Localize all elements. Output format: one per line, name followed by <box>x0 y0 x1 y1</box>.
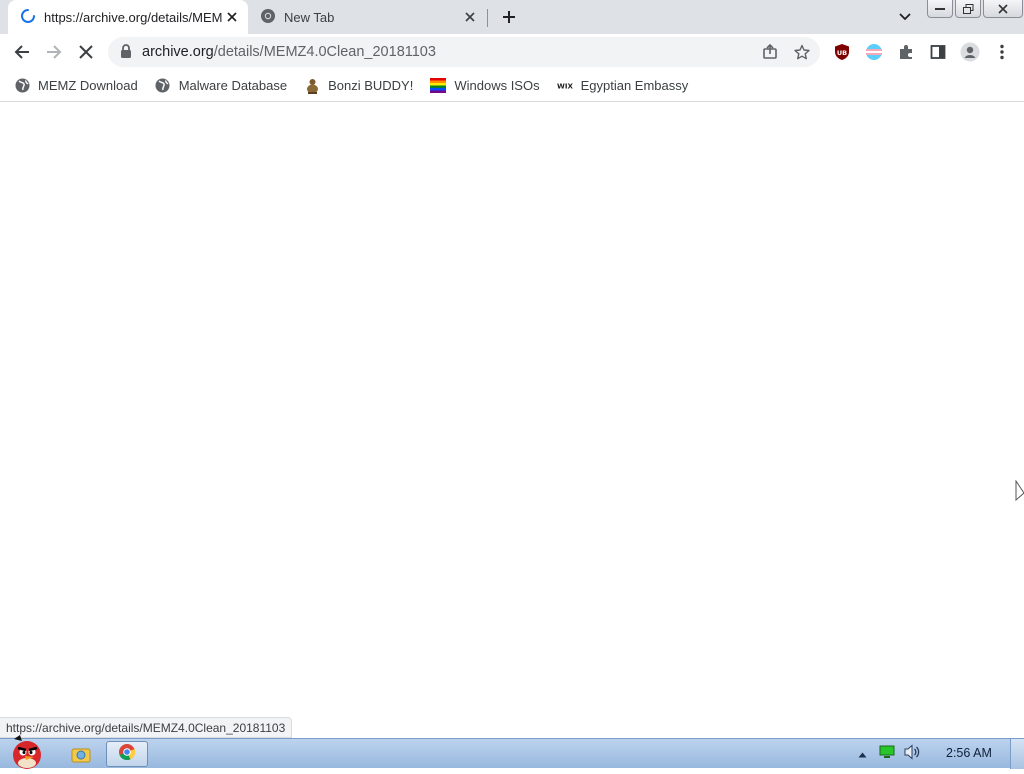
tab-title: New Tab <box>284 9 335 25</box>
ublock-origin-icon[interactable]: UB <box>830 40 854 64</box>
taskbar-chrome-button[interactable] <box>106 741 148 767</box>
chrome-icon <box>118 743 136 766</box>
window-controls <box>927 0 1024 18</box>
bookmarks-bar: MEMZ Download Malware Database Bonzi BUD… <box>0 70 1024 102</box>
svg-text:WIX: WIX <box>557 81 573 90</box>
bookmark-memz-download[interactable]: MEMZ Download <box>14 78 138 94</box>
mouse-cursor-icon <box>1015 479 1024 507</box>
tab-title: https://archive.org/details/MEMZ4.0Clean… <box>44 9 222 25</box>
new-tab-button[interactable] <box>498 6 520 28</box>
bookmark-label: Windows ISOs <box>454 78 540 93</box>
file-explorer-icon[interactable] <box>64 741 98 767</box>
tab-search-chevron-icon[interactable] <box>894 6 916 28</box>
restore-button[interactable] <box>955 0 981 18</box>
bookmark-windows-isos[interactable]: Windows ISOs <box>430 78 540 94</box>
browser-toolbar: archive.org/details/MEMZ4.0Clean_2018110… <box>0 34 1024 70</box>
profile-avatar-icon[interactable] <box>958 40 982 64</box>
url-domain: archive.org <box>142 44 214 60</box>
extensions-puzzle-icon[interactable] <box>894 40 918 64</box>
bookmark-label: Bonzi BUDDY! <box>328 78 414 93</box>
bookmark-malware-database[interactable]: Malware Database <box>155 78 287 94</box>
bookmark-label: Malware Database <box>178 78 288 93</box>
url-path: /details/MEMZ4.0Clean_20181103 <box>213 44 436 60</box>
bonzi-icon <box>304 78 320 94</box>
page-content-area[interactable] <box>0 103 1024 738</box>
back-arrow-icon[interactable] <box>10 40 34 64</box>
tab-close-icon[interactable] <box>460 7 480 27</box>
loading-spinner-icon <box>20 8 36 27</box>
minimize-button[interactable] <box>927 0 953 18</box>
bookmark-egyptian-embassy[interactable]: WIX Egyptian Embassy <box>557 78 689 94</box>
lock-icon[interactable] <box>120 44 132 64</box>
show-desktop-button[interactable] <box>1010 739 1024 769</box>
wix-icon: WIX <box>557 78 573 94</box>
show-hidden-icons-chevron-icon[interactable] <box>858 745 867 763</box>
globe-icon <box>155 78 171 94</box>
tab-separator <box>487 9 488 27</box>
address-bar[interactable]: archive.org/details/MEMZ4.0Clean_2018110… <box>108 37 820 67</box>
bookmark-bonzi-buddy[interactable]: Bonzi BUDDY! <box>304 78 413 94</box>
url-text[interactable]: archive.org/details/MEMZ4.0Clean_2018110… <box>142 44 436 60</box>
bookmark-label: Egyptian Embassy <box>580 78 689 93</box>
chrome-menu-icon[interactable] <box>990 40 1014 64</box>
system-tray <box>858 739 921 769</box>
tab-new-tab[interactable]: New Tab <box>250 0 486 34</box>
globe-icon <box>14 78 30 94</box>
chrome-icon <box>260 8 276 27</box>
stop-loading-icon[interactable] <box>74 40 98 64</box>
network-icon[interactable] <box>879 745 895 764</box>
forward-arrow-icon[interactable] <box>42 40 66 64</box>
bookmark-star-icon[interactable] <box>790 40 814 64</box>
bookmark-label: MEMZ Download <box>38 78 138 93</box>
tab-strip: https://archive.org/details/MEMZ4.0Clean… <box>0 0 1024 34</box>
taskbar: 2:56 AM <box>0 735 1024 769</box>
start-button-angry-bird-icon[interactable] <box>4 733 50 769</box>
trans-flag-extension-icon[interactable] <box>862 40 886 64</box>
volume-icon[interactable] <box>903 743 921 765</box>
close-window-button[interactable] <box>983 0 1023 18</box>
share-icon[interactable] <box>758 40 782 64</box>
rainbow-flag-icon <box>430 78 447 94</box>
tab-archive-org[interactable]: https://archive.org/details/MEMZ4.0Clean… <box>8 0 248 34</box>
tab-close-icon[interactable] <box>222 7 242 27</box>
taskbar-clock[interactable]: 2:56 AM <box>946 746 992 760</box>
side-panel-icon[interactable] <box>926 40 950 64</box>
svg-text:UB: UB <box>837 49 847 57</box>
